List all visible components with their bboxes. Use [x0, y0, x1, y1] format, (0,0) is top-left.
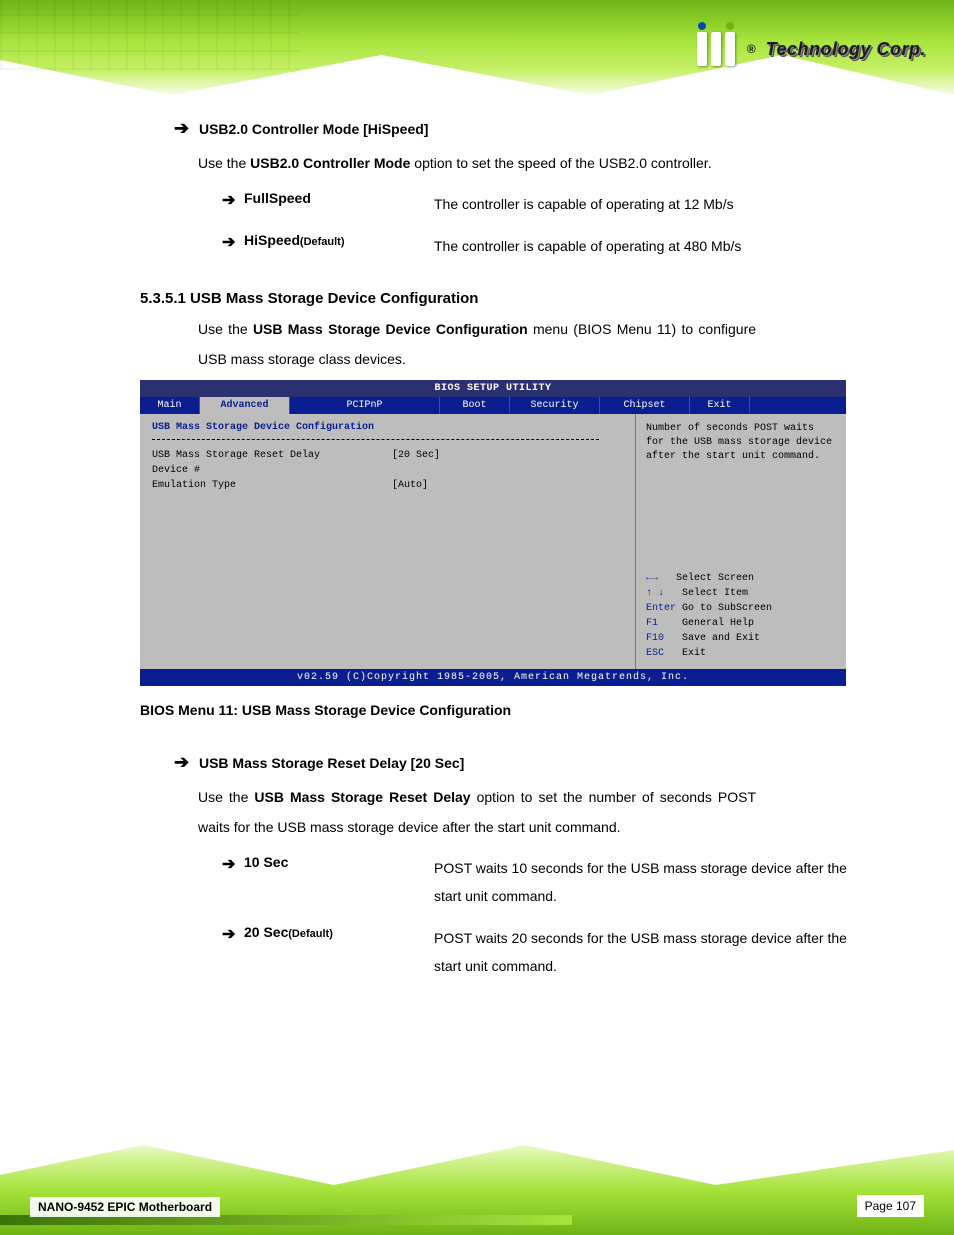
opt-default: (Default)	[300, 236, 345, 248]
sec2-intro-bold: USB Mass Storage Device Configuration	[253, 321, 528, 337]
bios-help-row: ↑ ↓ Select Item	[646, 586, 836, 601]
bios-help-row: F1 General Help	[646, 616, 836, 631]
brand-logo: ® Technology Corp.	[697, 32, 926, 66]
bios-hint: Number of seconds POST waits for the USB…	[646, 422, 836, 464]
opt-desc: POST waits 10 seconds for the USB mass s…	[434, 854, 954, 910]
bios-left: USB Mass Storage Device Configuration US…	[140, 414, 636, 669]
key-text: General Help	[682, 618, 754, 629]
bios-key: USB Mass Storage Reset Delay	[152, 450, 392, 461]
sec3-title: USB Mass Storage Reset Delay [20 Sec]	[199, 755, 464, 771]
key-glyph: ESC	[646, 648, 664, 659]
bios-help-row: F10 Save and Exit	[646, 631, 836, 646]
arrow-icon: ➔	[222, 190, 244, 210]
sec3-intro-a: Use the	[198, 789, 254, 805]
bios-tabs: Main Advanced PCIPnP Boot Security Chips…	[140, 397, 846, 414]
bios-row: Emulation Type [Auto]	[152, 480, 623, 491]
bios-caption: BIOS Menu 11: USB Mass Storage Device Co…	[140, 702, 954, 718]
bios-tab: Chipset	[600, 397, 690, 414]
sec3-intro: Use the USB Mass Storage Reset Delay opt…	[198, 783, 756, 842]
bios-title: BIOS SETUP UTILITY	[140, 380, 846, 397]
bios-tab: Exit	[690, 397, 750, 414]
sec3-options: ➔ 10 Sec POST waits 10 seconds for the U…	[222, 854, 954, 980]
logo-mark	[697, 32, 735, 66]
sec2-heading: 5.3.5.1 USB Mass Storage Device Configur…	[140, 290, 954, 307]
key-glyph: Enter	[646, 603, 676, 614]
key-text: Exit	[682, 648, 706, 659]
sec1-intro-a: Use the	[198, 155, 250, 171]
key-glyph: ↑ ↓	[646, 588, 664, 599]
opt-name: HiSpeed (Default)	[244, 232, 434, 248]
arrow-icon: ➔	[174, 118, 189, 138]
key-text: Select Screen	[676, 573, 754, 584]
opt-name-text: 20 Sec	[244, 924, 288, 940]
bios-key-help: ←→ Select Screen ↑ ↓ Select Item Enter G…	[646, 571, 836, 661]
bios-footer: v02.59 (C)Copyright 1985-2005, American …	[140, 669, 846, 686]
opt-name: FullSpeed	[244, 190, 434, 206]
opt-desc: The controller is capable of operating a…	[434, 190, 954, 218]
doc-title: NANO-9452 EPIC Motherboard	[30, 1197, 220, 1217]
opt-desc: POST waits 20 seconds for the USB mass s…	[434, 924, 954, 980]
logo-bar-2	[711, 32, 721, 66]
divider	[152, 439, 599, 440]
logo-bar-1	[697, 32, 707, 66]
top-banner: ® Technology Corp.	[0, 0, 954, 100]
bios-val: [20 Sec]	[392, 450, 440, 461]
sec1-title: USB2.0 Controller Mode [HiSpeed]	[199, 121, 428, 137]
list-item: ➔ 10 Sec POST waits 10 seconds for the U…	[222, 854, 954, 910]
bios-val: [Auto]	[392, 480, 428, 491]
arrow-icon: ➔	[222, 924, 244, 944]
list-item: ➔ 20 Sec (Default) POST waits 20 seconds…	[222, 924, 954, 980]
sec1-intro: Use the USB2.0 Controller Mode option to…	[198, 149, 756, 178]
bios-key: Emulation Type	[152, 480, 392, 491]
brand-text: Technology Corp.	[766, 39, 926, 60]
bios-tab: Boot	[440, 397, 510, 414]
sec1-options: ➔ FullSpeed The controller is capable of…	[222, 190, 954, 260]
key-glyph: ←→	[646, 573, 658, 584]
sec1-intro-b: option to set the speed of the USB2.0 co…	[414, 155, 711, 171]
list-item: ➔ FullSpeed The controller is capable of…	[222, 190, 954, 218]
list-item: ➔ HiSpeed (Default) The controller is ca…	[222, 232, 954, 260]
sec1-intro-bold: USB2.0 Controller Mode	[250, 155, 410, 171]
opt-default: (Default)	[288, 928, 333, 940]
sec1-head: ➔ USB2.0 Controller Mode [HiSpeed]	[174, 118, 954, 139]
bios-right: Number of seconds POST waits for the USB…	[636, 414, 846, 669]
opt-desc: The controller is capable of operating a…	[434, 232, 954, 260]
opt-name: 20 Sec (Default)	[244, 924, 434, 940]
bottom-banner: NANO-9452 EPIC Motherboard Page 107	[0, 1135, 954, 1235]
sec2-intro-a: Use the	[198, 321, 253, 337]
bios-panel: BIOS SETUP UTILITY Main Advanced PCIPnP …	[140, 380, 846, 686]
banner-trace	[0, 0, 300, 70]
opt-name-text: 10 Sec	[244, 854, 288, 870]
arrow-icon: ➔	[222, 232, 244, 252]
bios-help-row: ←→ Select Screen	[646, 571, 836, 586]
key-text: Save and Exit	[682, 633, 760, 644]
key-glyph: F10	[646, 633, 664, 644]
page-content: ➔ USB2.0 Controller Mode [HiSpeed] Use t…	[0, 118, 954, 994]
arrow-icon: ➔	[222, 854, 244, 874]
logo-bar-3	[725, 32, 735, 66]
bios-help-row: Enter Go to SubScreen	[646, 601, 836, 616]
key-text: Select Item	[682, 588, 748, 599]
bios-body: USB Mass Storage Device Configuration US…	[140, 414, 846, 669]
brand-reg: ®	[747, 42, 756, 56]
bios-row: Device #	[152, 465, 623, 476]
bios-tab-active: Advanced	[200, 397, 290, 414]
key-text: Go to SubScreen	[682, 603, 772, 614]
page-number: Page 107	[857, 1195, 924, 1217]
key-glyph: F1	[646, 618, 658, 629]
bios-row: USB Mass Storage Reset Delay [20 Sec]	[152, 450, 623, 461]
bios-tab: Security	[510, 397, 600, 414]
opt-name: 10 Sec	[244, 854, 434, 870]
bios-panel-title: USB Mass Storage Device Configuration	[152, 422, 623, 433]
bios-tab: Main	[140, 397, 200, 414]
sec3-intro-bold: USB Mass Storage Reset Delay	[254, 789, 470, 805]
bios-tab: PCIPnP	[290, 397, 440, 414]
opt-name-text: HiSpeed	[244, 232, 300, 248]
arrow-icon: ➔	[174, 752, 189, 772]
opt-name-text: FullSpeed	[244, 190, 311, 206]
bios-help-row: ESC Exit	[646, 646, 836, 661]
sec2-intro: Use the USB Mass Storage Device Configur…	[198, 315, 756, 374]
bios-key: Device #	[152, 465, 392, 476]
sec3-head: ➔ USB Mass Storage Reset Delay [20 Sec]	[174, 752, 954, 773]
